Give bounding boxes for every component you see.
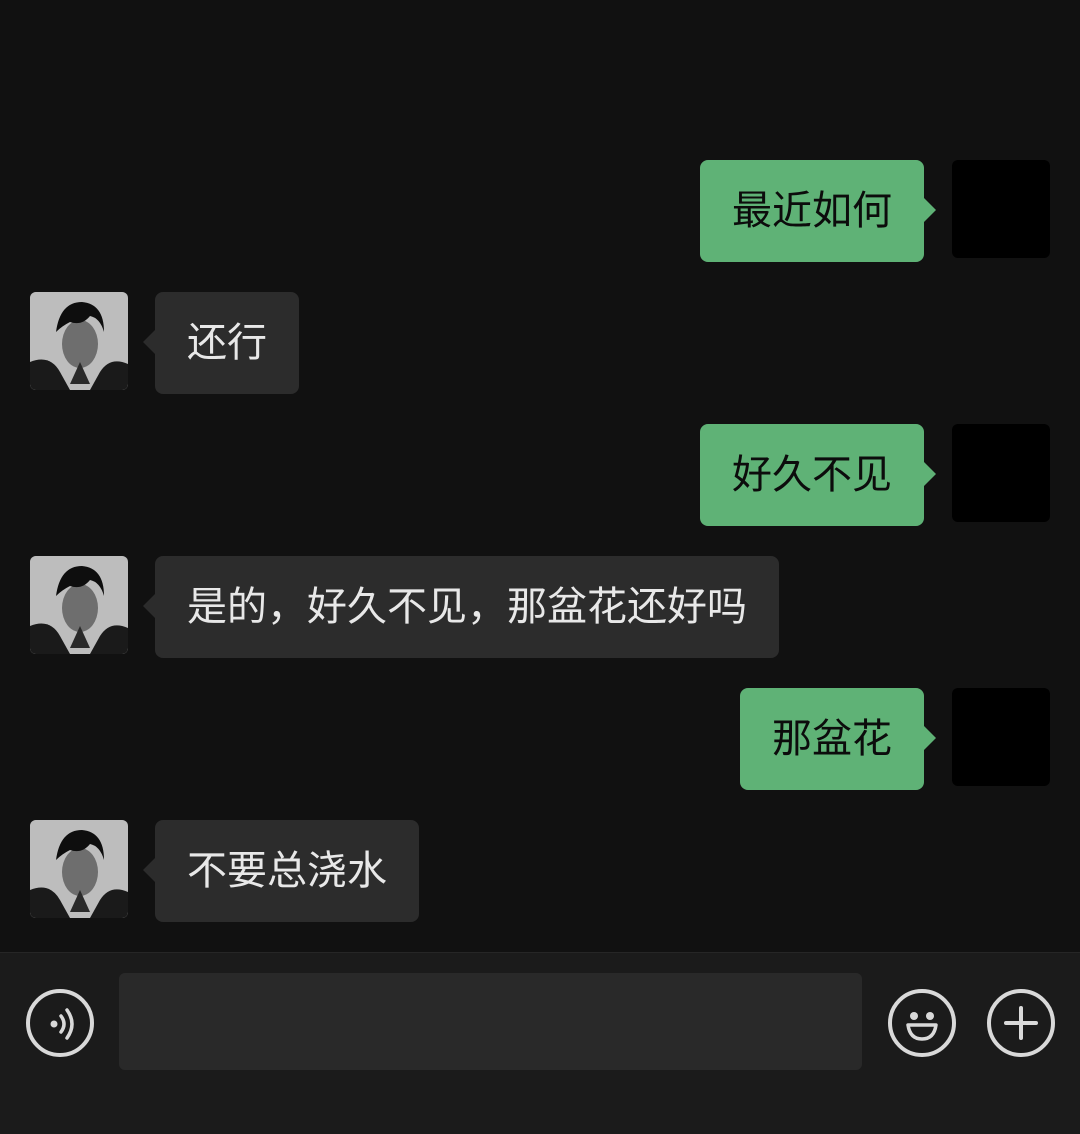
message-row-outgoing: 好久不见	[0, 424, 1080, 526]
message-bubble[interactable]: 是的，好久不见，那盆花还好吗	[143, 556, 779, 658]
message-row-incoming: 是的，好久不见，那盆花还好吗	[0, 556, 1080, 658]
emoji-button[interactable]	[888, 989, 956, 1057]
voice-button[interactable]	[26, 989, 94, 1057]
message-input[interactable]	[119, 973, 862, 1070]
message-bubble[interactable]: 好久不见	[700, 424, 936, 526]
voice-icon	[50, 1008, 74, 1040]
message-bubble[interactable]: 还行	[143, 292, 299, 394]
message-bubble[interactable]: 不要总浇水	[143, 820, 419, 922]
message-list: 最近如何 还行 好久不见 是的，好久不见，那盆花还好吗 那盆花 不要总浇水	[0, 0, 1080, 952]
my-avatar[interactable]	[952, 688, 1050, 786]
more-button[interactable]	[987, 989, 1055, 1057]
contact-avatar[interactable]	[30, 292, 128, 390]
contact-avatar[interactable]	[30, 820, 128, 918]
message-row-outgoing: 最近如何	[0, 160, 1080, 262]
message-row-incoming: 还行	[0, 292, 1080, 394]
message-bubble[interactable]: 那盆花	[740, 688, 936, 790]
message-row-outgoing: 那盆花	[0, 688, 1080, 790]
my-avatar[interactable]	[952, 160, 1050, 258]
emoji-icon	[906, 1012, 938, 1041]
input-bar	[0, 952, 1080, 1134]
my-avatar[interactable]	[952, 424, 1050, 522]
message-row-incoming: 不要总浇水	[0, 820, 1080, 922]
plus-icon	[1004, 1006, 1038, 1040]
contact-avatar[interactable]	[30, 556, 128, 654]
message-bubble[interactable]: 最近如何	[700, 160, 936, 262]
